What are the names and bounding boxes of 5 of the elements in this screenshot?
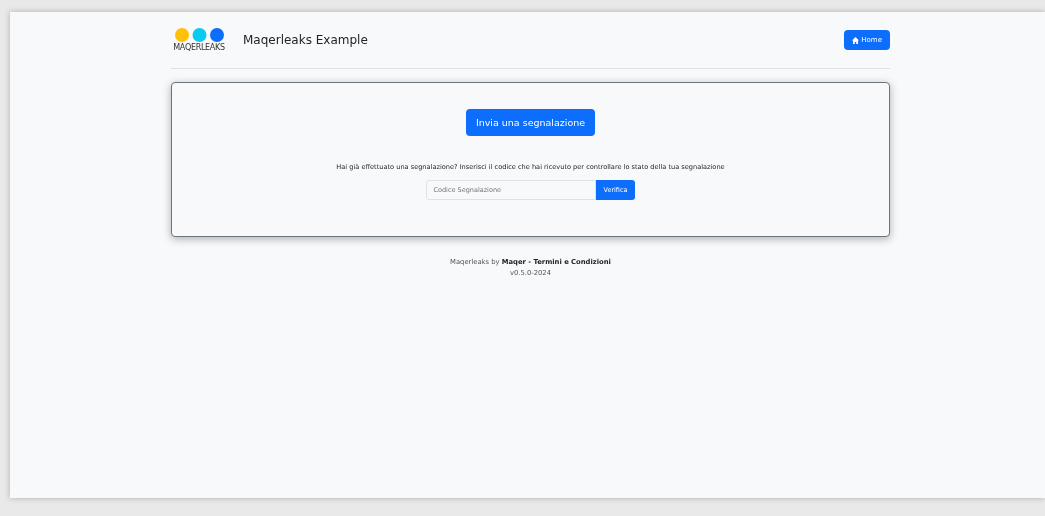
site-title: Maqerleaks Example bbox=[243, 33, 369, 47]
logo-text: MAQERLEAKS bbox=[173, 43, 225, 52]
logo-icon bbox=[174, 28, 224, 42]
home-icon bbox=[852, 36, 860, 44]
submit-report-button[interactable]: Invia una segnalazione bbox=[465, 109, 596, 136]
